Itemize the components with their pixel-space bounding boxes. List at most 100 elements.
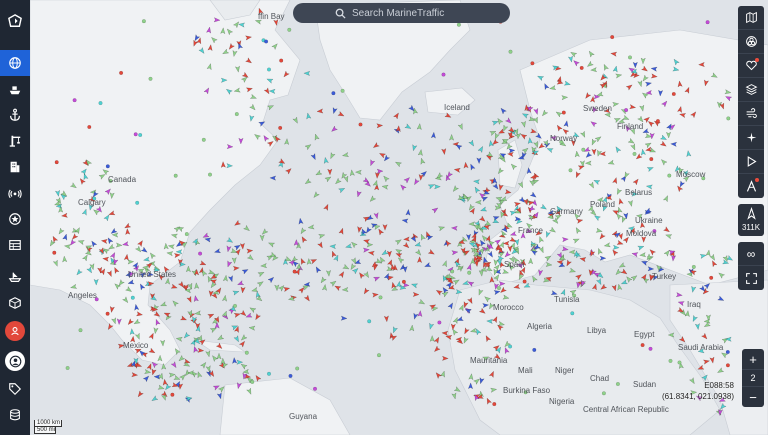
map-icon[interactable] [738, 6, 764, 30]
anchored-vessel-marker[interactable] [52, 250, 57, 255]
anchored-vessel-marker[interactable] [610, 35, 615, 40]
anchored-vessel-marker[interactable] [705, 20, 710, 25]
anchored-vessel-marker[interactable] [266, 371, 271, 376]
anchored-vessel-marker[interactable] [401, 279, 406, 284]
anchored-vessel-marker[interactable] [105, 311, 110, 316]
infinity-icon[interactable]: ∞ [738, 242, 764, 266]
anchored-vessel-marker[interactable] [264, 39, 269, 44]
anchored-vessel-marker[interactable] [649, 157, 654, 162]
anchored-vessel-marker[interactable] [266, 67, 271, 72]
anchored-vessel-marker[interactable] [72, 98, 77, 103]
anchored-vessel-marker[interactable] [278, 125, 283, 130]
anchored-vessel-marker[interactable] [65, 366, 70, 371]
layers-icon[interactable] [738, 78, 764, 102]
anchored-vessel-marker[interactable] [497, 286, 502, 291]
anchored-vessel-marker[interactable] [234, 112, 239, 117]
anchored-vessel-marker[interactable] [677, 360, 682, 365]
anchored-vessel-marker[interactable] [184, 232, 189, 237]
search-bar[interactable] [293, 3, 510, 23]
sparkle-icon[interactable] [738, 126, 764, 150]
filter-icon[interactable] [738, 30, 764, 54]
boat-icon[interactable] [0, 264, 30, 290]
search-input[interactable] [352, 7, 502, 19]
anchored-vessel-marker[interactable] [655, 119, 660, 124]
anchored-vessel-marker[interactable] [601, 391, 606, 396]
anchored-vessel-marker[interactable] [98, 101, 103, 106]
anchored-vessel-marker[interactable] [378, 295, 383, 300]
star-icon[interactable] [0, 206, 30, 232]
anchored-vessel-marker[interactable] [173, 173, 178, 178]
anchored-vessel-marker[interactable] [250, 379, 255, 384]
anchored-vessel-marker[interactable] [170, 392, 175, 397]
anchored-vessel-marker[interactable] [377, 353, 382, 358]
anchored-vessel-marker[interactable] [287, 27, 292, 32]
building-icon[interactable] [0, 154, 30, 180]
anchored-vessel-marker[interactable] [579, 65, 584, 70]
vessel-arrow-icon[interactable] [738, 204, 764, 222]
marinetraffic-logo-icon[interactable] [0, 8, 30, 34]
table-icon[interactable] [0, 232, 30, 258]
wind-icon[interactable] [738, 102, 764, 126]
anchored-vessel-marker[interactable] [437, 320, 442, 325]
anchored-vessel-marker[interactable] [130, 295, 135, 300]
fullscreen-icon[interactable] [738, 266, 764, 290]
anchored-vessel-marker[interactable] [358, 122, 363, 127]
anchored-vessel-marker[interactable] [615, 382, 620, 387]
anchored-vessel-marker[interactable] [725, 363, 730, 368]
anchored-vessel-marker[interactable] [141, 19, 146, 24]
anchored-vessel-marker[interactable] [467, 270, 472, 275]
anchored-vessel-marker[interactable] [648, 346, 653, 351]
anchored-vessel-marker[interactable] [709, 275, 714, 280]
heart-icon[interactable] [738, 54, 764, 78]
anchored-vessel-marker[interactable] [295, 366, 300, 371]
anchored-vessel-marker[interactable] [624, 108, 629, 113]
anchored-vessel-marker[interactable] [522, 279, 527, 284]
ship-icon[interactable] [0, 76, 30, 102]
anchored-vessel-marker[interactable] [331, 91, 336, 96]
anchored-vessel-marker[interactable] [508, 49, 513, 54]
anchored-vessel-marker[interactable] [492, 402, 497, 407]
anchored-vessel-marker[interactable] [232, 303, 237, 308]
anchored-vessel-marker[interactable] [667, 173, 672, 178]
anchored-vessel-marker[interactable] [133, 132, 138, 137]
route-icon[interactable] [738, 174, 764, 198]
anchored-vessel-marker[interactable] [628, 55, 633, 60]
anchored-vessel-marker[interactable] [105, 164, 110, 169]
anchored-vessel-marker[interactable] [288, 373, 293, 378]
anchored-vessel-marker[interactable] [450, 269, 455, 274]
anchor-icon[interactable] [0, 102, 30, 128]
anchored-vessel-marker[interactable] [668, 358, 673, 363]
user-circle-icon[interactable] [5, 321, 25, 341]
anchored-vessel-marker[interactable] [148, 76, 153, 81]
tag-icon[interactable] [0, 376, 30, 402]
anchored-vessel-marker[interactable] [367, 319, 372, 324]
zoom-in-button[interactable]: + [742, 349, 764, 369]
anchored-vessel-marker[interactable] [456, 22, 461, 27]
anchored-vessel-marker[interactable] [640, 343, 645, 348]
anchored-vessel-marker[interactable] [508, 344, 513, 349]
anchored-vessel-marker[interactable] [632, 151, 637, 156]
anchored-vessel-marker[interactable] [87, 124, 92, 129]
database-icon[interactable] [0, 402, 30, 428]
profile-icon[interactable] [5, 351, 25, 371]
anchored-vessel-marker[interactable] [532, 347, 537, 352]
anchored-vessel-marker[interactable] [568, 168, 573, 173]
anchored-vessel-marker[interactable] [292, 269, 297, 274]
anchored-vessel-marker[interactable] [313, 386, 318, 391]
crane-icon[interactable] [0, 128, 30, 154]
anchored-vessel-marker[interactable] [244, 350, 249, 355]
anchored-vessel-marker[interactable] [135, 200, 140, 205]
box-icon[interactable] [0, 290, 30, 316]
anchored-vessel-marker[interactable] [691, 264, 696, 269]
anchored-vessel-marker[interactable] [119, 70, 124, 75]
anchored-vessel-marker[interactable] [581, 147, 586, 152]
anchored-vessel-marker[interactable] [530, 61, 535, 66]
play-icon[interactable] [738, 150, 764, 174]
globe-icon[interactable] [0, 50, 30, 76]
signal-icon[interactable] [0, 180, 30, 206]
anchored-vessel-marker[interactable] [198, 251, 203, 256]
anchored-vessel-marker[interactable] [561, 110, 566, 115]
anchored-vessel-marker[interactable] [340, 88, 345, 93]
anchored-vessel-marker[interactable] [671, 91, 676, 96]
anchored-vessel-marker[interactable] [725, 350, 730, 355]
